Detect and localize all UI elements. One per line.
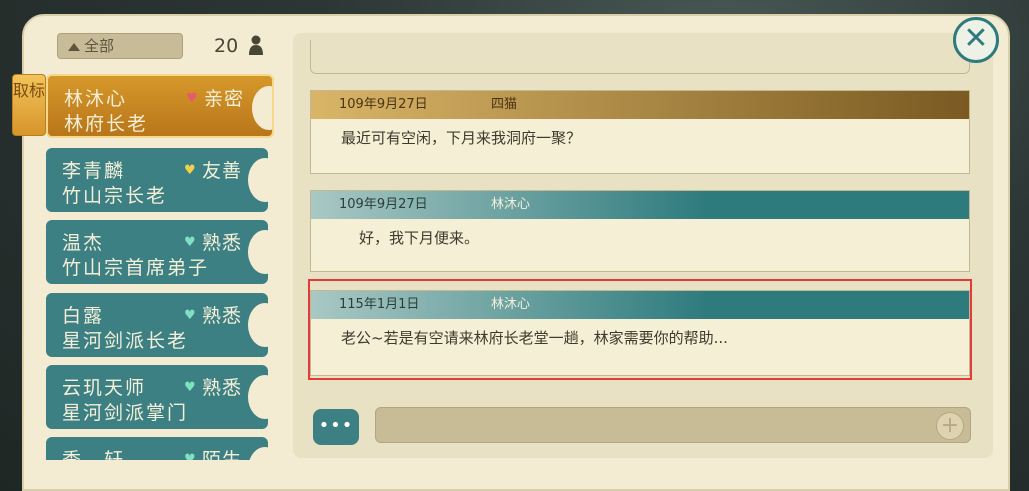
friend-title: 竹山宗首席弟子 xyxy=(62,257,210,279)
pin-tag[interactable]: 取标 xyxy=(12,74,46,136)
friend-card[interactable]: 温杰 ♥ 熟悉 竹山宗首席弟子 xyxy=(46,220,268,284)
close-button[interactable]: ✕ xyxy=(953,17,999,63)
triangle-up-icon xyxy=(68,43,80,51)
friend-title: 星河剑派掌门 xyxy=(62,402,189,424)
message-sender: 四猫 xyxy=(491,97,518,112)
message-header: 109年9月27日 四猫 xyxy=(311,91,969,119)
friend-name: 温杰 xyxy=(62,232,105,254)
message-card-partial xyxy=(310,40,970,74)
friend-name: 李青麟 xyxy=(62,160,126,182)
message-date: 109年9月27日 xyxy=(339,97,428,112)
friend-card[interactable]: 李青麟 ♥ 友善 竹山宗长老 xyxy=(46,148,268,212)
friend-list[interactable]: 林沐心 ♥ 亲密 林府长老 李青麟 ♥ 友善 竹山宗长老 温杰 ♥ 熟悉 竹山宗… xyxy=(46,70,278,460)
close-icon: ✕ xyxy=(963,21,989,56)
friend-relation: 陌生 xyxy=(202,449,243,460)
friend-name: 季 轩 xyxy=(62,449,126,460)
friend-title: 林府长老 xyxy=(64,113,149,135)
highlight-box xyxy=(308,279,972,380)
message-card: 109年9月27日 四猫 最近可有空闲，下月来我洞府一聚？ xyxy=(310,90,970,174)
friend-name: 云玑天师 xyxy=(62,377,147,399)
filter-dropdown[interactable]: 全部 xyxy=(57,33,183,59)
friend-relation: 熟悉 xyxy=(202,305,243,327)
heart-icon: ♥ xyxy=(184,380,196,395)
friend-card[interactable]: 云玑天师 ♥ 熟悉 星河剑派掌门 xyxy=(46,365,268,429)
friend-title: 星河剑派长老 xyxy=(62,330,189,352)
message-header: 109年9月27日 林沐心 xyxy=(311,191,969,219)
friend-count: 20 xyxy=(214,35,239,57)
filter-label: 全部 xyxy=(84,37,115,55)
heart-icon: ♥ xyxy=(184,163,196,178)
friend-name: 林沐心 xyxy=(64,88,128,110)
heart-icon: ♥ xyxy=(186,91,198,106)
message-date: 109年9月27日 xyxy=(339,197,428,212)
message-input[interactable] xyxy=(375,407,971,443)
person-icon xyxy=(249,35,263,55)
heart-icon: ♥ xyxy=(184,308,196,323)
friend-relation: 熟悉 xyxy=(202,377,243,399)
message-text: 好，我下月便来。 xyxy=(359,229,480,247)
heart-icon: ♥ xyxy=(184,235,196,250)
pin-tag-label: 取标 xyxy=(13,81,46,100)
message-card: 109年9月27日 林沐心 好，我下月便来。 xyxy=(310,190,970,272)
friend-card[interactable]: 林沐心 ♥ 亲密 林府长老 xyxy=(46,74,274,138)
friend-name: 白露 xyxy=(62,305,105,327)
heart-icon: ♥ xyxy=(184,452,196,460)
friend-relation: 亲密 xyxy=(204,88,245,110)
friend-title: 竹山宗长老 xyxy=(62,185,168,207)
friend-relation: 友善 xyxy=(202,160,243,182)
message-text: 最近可有空闲，下月来我洞府一聚？ xyxy=(341,129,582,147)
friend-card[interactable]: 白露 ♥ 熟悉 星河剑派长老 xyxy=(46,293,268,357)
plus-icon[interactable]: + xyxy=(936,412,964,440)
chat-options-button[interactable]: ••• xyxy=(313,409,359,445)
dots-icon: ••• xyxy=(318,415,354,436)
friend-relation: 熟悉 xyxy=(202,232,243,254)
message-sender: 林沐心 xyxy=(491,197,531,212)
friend-card[interactable]: 季 轩 ♥ 陌生 xyxy=(46,437,268,460)
